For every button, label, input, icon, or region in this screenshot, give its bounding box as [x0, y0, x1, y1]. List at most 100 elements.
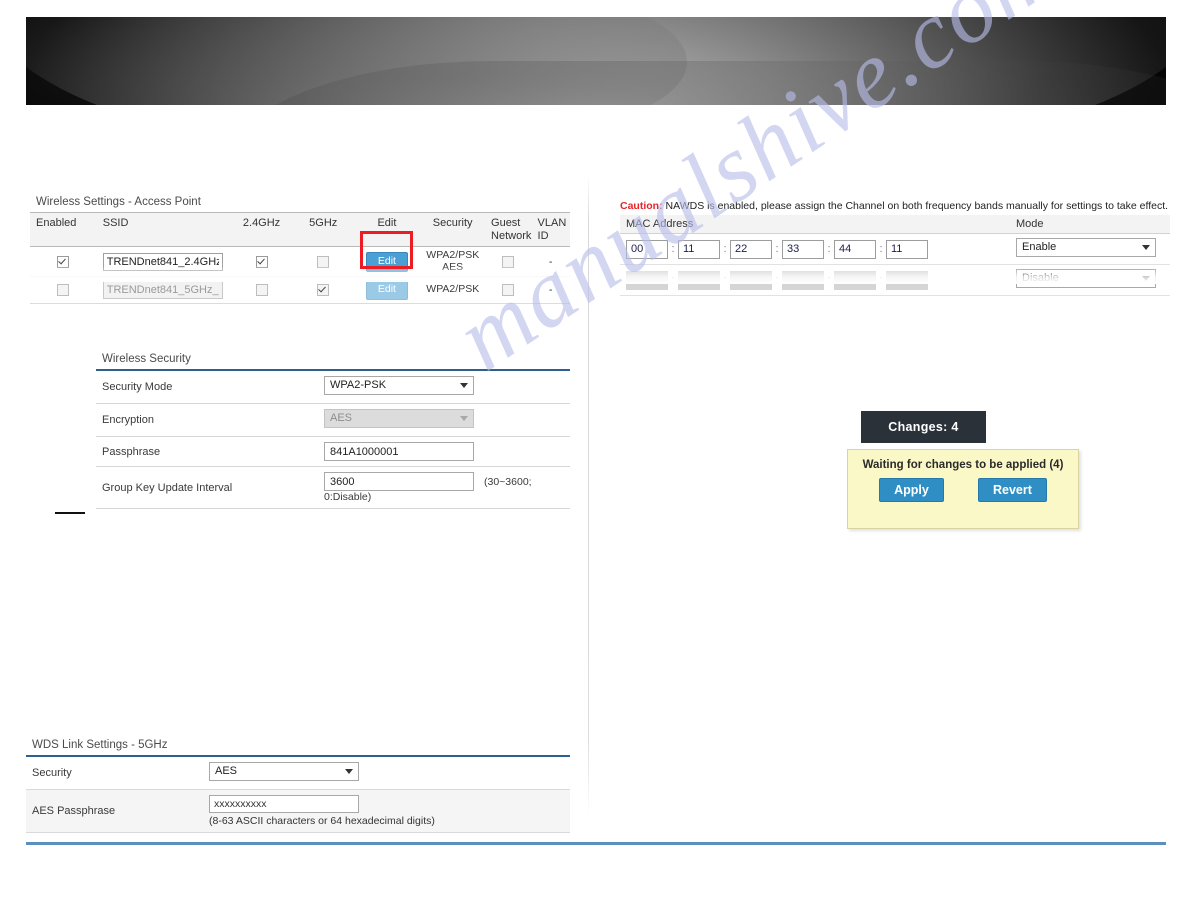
- guest-network-checkbox[interactable]: [502, 255, 515, 268]
- cell-guest-network: [485, 246, 532, 278]
- mac-octet-4: [782, 270, 824, 290]
- caution-text: NAWDS is enabled, please assign the Chan…: [665, 200, 1169, 212]
- security-mode-value: WPA2-PSK: [330, 379, 387, 391]
- wds-link-settings-title: WDS Link Settings - 5GHz: [32, 739, 168, 751]
- cell-band-5: [292, 276, 354, 304]
- table-row: Edit WPA2/PSK -: [30, 276, 570, 304]
- mac-separator: :: [775, 274, 779, 287]
- access-point-table: Enabled SSID 2.4GHz 5GHz Edit Security G…: [30, 211, 570, 304]
- cell-mode: Disable: [1010, 264, 1170, 297]
- aes-passphrase-input[interactable]: [209, 795, 359, 813]
- ssid-input[interactable]: [102, 252, 223, 271]
- encryption-select: AES: [324, 409, 474, 428]
- chevron-down-icon: [460, 383, 468, 388]
- band-24ghz-checkbox[interactable]: [255, 284, 268, 297]
- mac-octet-6[interactable]: [886, 239, 928, 259]
- column-header-enabled: Enabled: [30, 211, 97, 248]
- table-row: Encryption AES: [96, 403, 570, 437]
- label-passphrase: Passphrase: [96, 436, 318, 467]
- mac-octet-6: [886, 270, 928, 290]
- cell-passphrase: [318, 436, 570, 467]
- wireless-security-panel: Wireless Security Security Mode WPA2-PSK…: [96, 353, 570, 509]
- column-header-mac-address: MAC Address: [620, 215, 1010, 235]
- cell-security: WPA2/PSK AES: [420, 246, 486, 278]
- table-row: Passphrase: [96, 436, 570, 467]
- cell-enabled: [30, 246, 97, 278]
- chevron-down-icon: [460, 416, 468, 421]
- column-header-5ghz: 5GHz: [292, 211, 354, 248]
- header-banner: [26, 17, 1166, 105]
- band-24ghz-checkbox[interactable]: [255, 255, 268, 268]
- table-row: Security AES: [26, 757, 570, 790]
- wireless-security-title: Wireless Security: [102, 353, 191, 365]
- wds-link-settings-table: Security AES AES Passphrase (8-63 ASCII …: [26, 757, 570, 833]
- column-header-ssid: SSID: [96, 211, 231, 248]
- column-header-guest-network: Guest Network: [485, 211, 532, 248]
- label-group-key-interval: Group Key Update Interval: [96, 466, 318, 509]
- nawds-panel: Caution: NAWDS is enabled, please assign…: [620, 200, 1170, 297]
- cell-mac-address: :::::: [620, 233, 1010, 266]
- security-mode-select[interactable]: WPA2-PSK: [324, 376, 474, 395]
- label-aes-passphrase: AES Passphrase: [26, 789, 203, 833]
- apply-changes-box: Waiting for changes to be applied (4) Ap…: [847, 449, 1079, 529]
- cell-guest-network: [485, 276, 532, 304]
- cell-vlan-id: -: [531, 246, 570, 278]
- cell-ssid: [96, 246, 231, 278]
- cell-mac-address: :::::: [620, 264, 1010, 297]
- label-wds-security: Security: [26, 757, 203, 790]
- column-header-vlan-id: VLAN ID: [531, 211, 570, 248]
- chevron-down-icon: [1142, 245, 1150, 251]
- enabled-checkbox[interactable]: [57, 284, 70, 297]
- enabled-checkbox[interactable]: [57, 255, 70, 268]
- mac-separator: :: [723, 274, 727, 287]
- footer-rule: [26, 842, 1166, 845]
- passphrase-input[interactable]: [324, 442, 474, 461]
- cell-band-24: [230, 276, 293, 304]
- cell-band-5: [292, 246, 354, 278]
- revert-button[interactable]: Revert: [977, 478, 1047, 502]
- label-security-mode: Security Mode: [96, 371, 318, 404]
- apply-buttons-row: Apply Revert: [848, 471, 1078, 502]
- cell-group-key-interval: (30~3600; 0:Disable): [318, 466, 570, 509]
- column-divider: [588, 176, 589, 816]
- cell-wds-security: AES: [203, 757, 570, 790]
- mac-octet-4[interactable]: [782, 239, 824, 259]
- mac-separator: :: [671, 243, 675, 256]
- cell-ssid: [96, 276, 231, 304]
- mode-select[interactable]: Disable: [1016, 269, 1156, 289]
- mac-octet-5[interactable]: [834, 239, 876, 259]
- wds-link-settings-panel: WDS Link Settings - 5GHz Security AES AE…: [26, 739, 570, 833]
- apply-button[interactable]: Apply: [879, 478, 944, 502]
- mac-octet-1[interactable]: [626, 239, 668, 259]
- table-row: ::::: Enable: [620, 233, 1170, 266]
- wds-security-select[interactable]: AES: [209, 762, 359, 781]
- table-header-row: Enabled SSID 2.4GHz 5GHz Edit Security G…: [30, 211, 570, 248]
- mode-value: Disable: [1022, 272, 1059, 285]
- ssid-input[interactable]: [102, 281, 223, 300]
- changes-badge: Changes: 4: [861, 411, 986, 443]
- mac-octet-2[interactable]: [678, 239, 720, 259]
- cell-security: WPA2/PSK: [420, 276, 486, 304]
- edit-button[interactable]: Edit: [365, 280, 408, 300]
- table-row: ::::: Disable: [620, 264, 1170, 297]
- nawds-caution: Caution: NAWDS is enabled, please assign…: [620, 200, 1170, 213]
- table-row: AES Passphrase (8-63 ASCII characters or…: [26, 789, 570, 833]
- cell-band-24: [230, 246, 293, 278]
- table-row: Security Mode WPA2-PSK: [96, 371, 570, 404]
- table-row: Group Key Update Interval (30~3600; 0:Di…: [96, 466, 570, 509]
- mac-octet-3[interactable]: [730, 239, 772, 259]
- band-5ghz-checkbox[interactable]: [317, 284, 330, 297]
- access-point-panel: Wireless Settings - Access Point Enabled…: [30, 196, 570, 304]
- guest-network-checkbox[interactable]: [502, 284, 515, 297]
- mode-select[interactable]: Enable: [1016, 238, 1156, 258]
- mac-octet-5: [834, 270, 876, 290]
- label-encryption: Encryption: [96, 403, 318, 437]
- mac-separator: :: [671, 274, 675, 287]
- column-header-security: Security: [420, 211, 486, 248]
- caution-label: Caution:: [620, 200, 663, 212]
- cell-enabled: [30, 276, 97, 304]
- table-row: Edit WPA2/PSK AES -: [30, 246, 570, 278]
- cell-aes-passphrase: (8-63 ASCII characters or 64 hexadecimal…: [203, 789, 570, 833]
- group-key-interval-input[interactable]: [324, 472, 474, 491]
- band-5ghz-checkbox[interactable]: [317, 255, 330, 268]
